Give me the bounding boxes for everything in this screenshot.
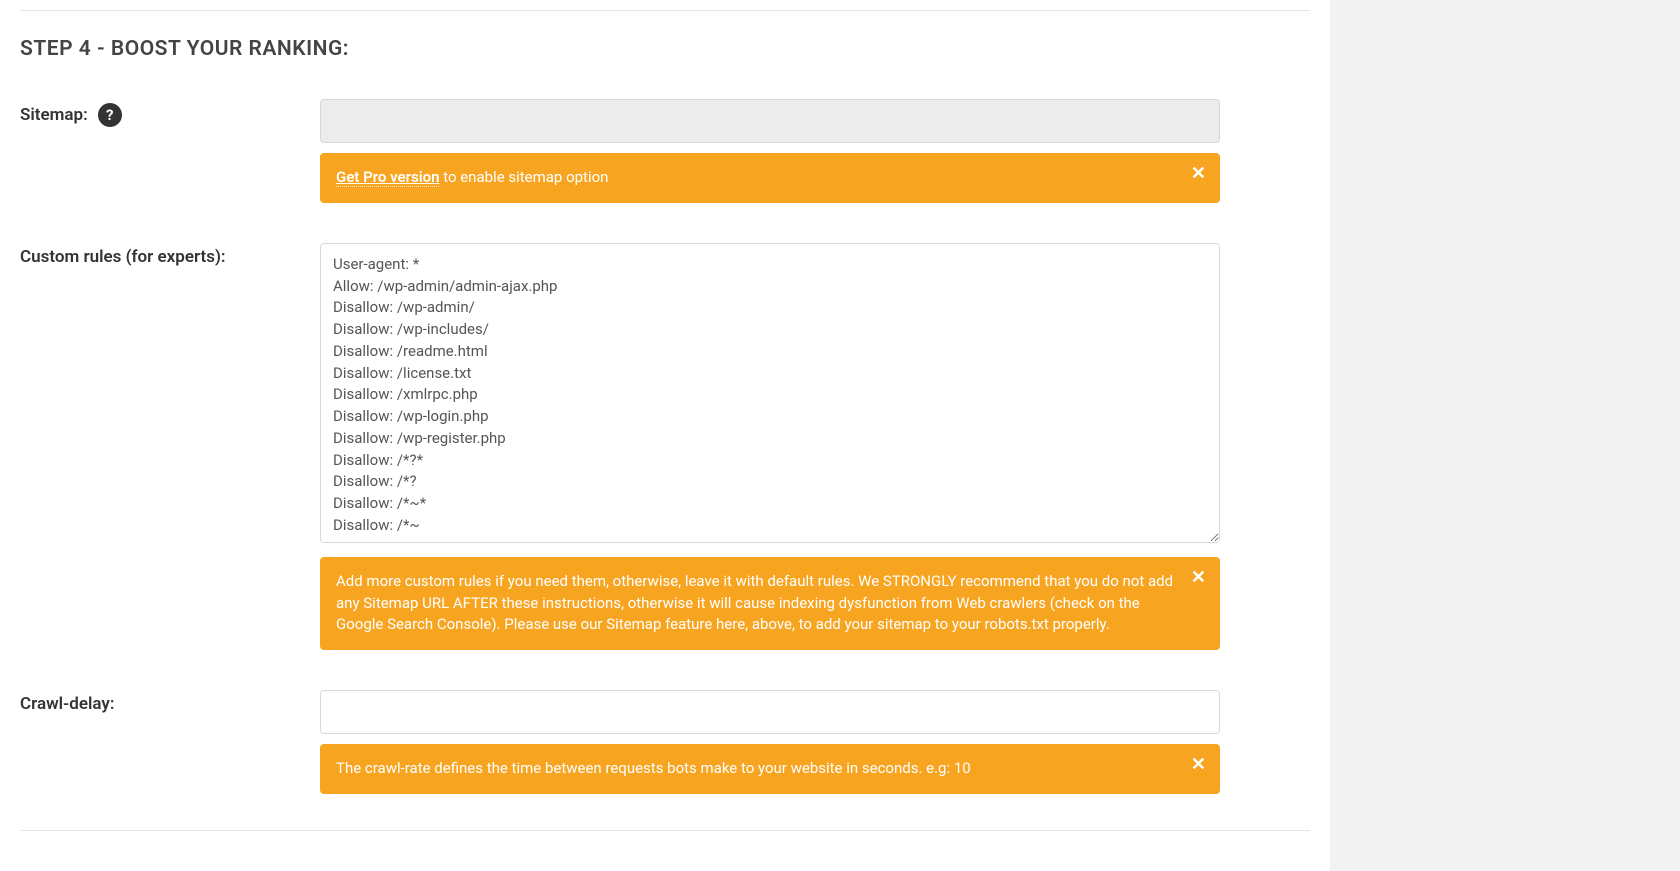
crawl-delay-notice-text: The crawl-rate defines the time between …	[336, 759, 971, 777]
close-icon[interactable]: ✕	[1191, 165, 1206, 183]
close-icon[interactable]: ✕	[1191, 756, 1206, 774]
sitemap-control-col: Get Pro version to enable sitemap option…	[320, 99, 1220, 203]
sitemap-label: Sitemap:	[20, 105, 88, 125]
bottom-divider	[20, 830, 1310, 831]
get-pro-link[interactable]: Get Pro version	[336, 168, 439, 187]
custom-rules-textarea[interactable]	[320, 243, 1220, 543]
sitemap-label-col: Sitemap: ?	[20, 99, 320, 127]
custom-rules-notice-text: Add more custom rules if you need them, …	[336, 572, 1173, 634]
right-sidebar	[1330, 0, 1680, 871]
sitemap-notice-text: to enable sitemap option	[439, 168, 608, 186]
custom-rules-control-col: Add more custom rules if you need them, …	[320, 243, 1220, 650]
crawl-delay-row: Crawl-delay: The crawl-rate defines the …	[20, 690, 1310, 794]
sitemap-input	[320, 99, 1220, 143]
sitemap-notice: Get Pro version to enable sitemap option…	[320, 153, 1220, 203]
custom-rules-label-col: Custom rules (for experts):	[20, 243, 320, 267]
sitemap-row: Sitemap: ? Get Pro version to enable sit…	[20, 99, 1310, 203]
main-content: STEP 4 - BOOST YOUR RANKING: Sitemap: ? …	[0, 0, 1330, 871]
crawl-delay-label-col: Crawl-delay:	[20, 690, 320, 714]
custom-rules-row: Custom rules (for experts): Add more cus…	[20, 243, 1310, 650]
crawl-delay-control-col: The crawl-rate defines the time between …	[320, 690, 1220, 794]
crawl-delay-input[interactable]	[320, 690, 1220, 734]
crawl-delay-notice: The crawl-rate defines the time between …	[320, 744, 1220, 794]
close-icon[interactable]: ✕	[1191, 569, 1206, 587]
step-heading: STEP 4 - BOOST YOUR RANKING:	[20, 37, 1310, 61]
top-divider	[20, 10, 1310, 11]
custom-rules-label: Custom rules (for experts):	[20, 247, 226, 267]
crawl-delay-label: Crawl-delay:	[20, 694, 115, 714]
help-icon[interactable]: ?	[98, 103, 122, 127]
custom-rules-notice: Add more custom rules if you need them, …	[320, 557, 1220, 650]
